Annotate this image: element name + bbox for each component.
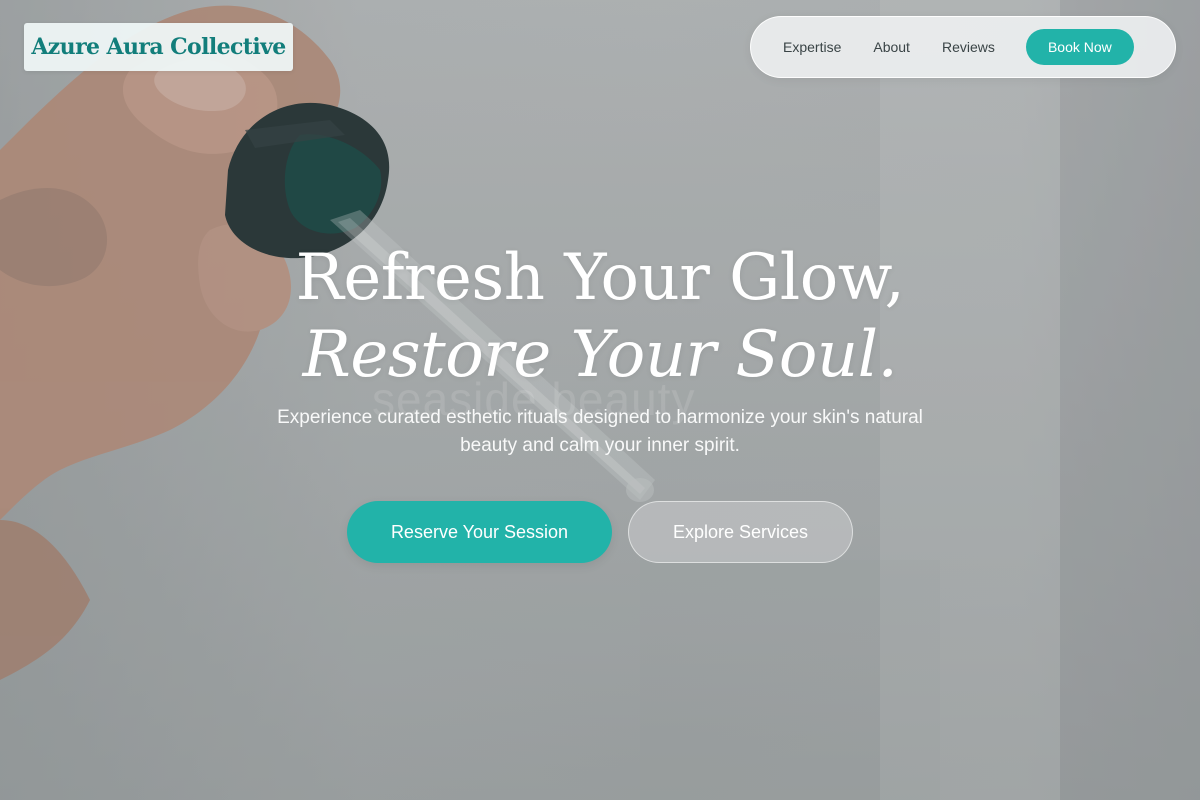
explore-services-button[interactable]: Explore Services <box>628 501 853 563</box>
hero-subtitle: Experience curated esthetic rituals desi… <box>277 407 923 456</box>
brand-logo[interactable]: Azure Aura Collective <box>24 23 293 71</box>
reserve-session-button[interactable]: Reserve Your Session <box>347 501 612 563</box>
headline-line-2: Restore Your Soul. <box>302 318 898 392</box>
main-navigation: Expertise About Reviews Book Now <box>750 16 1176 78</box>
nav-link-expertise[interactable]: Expertise <box>783 39 841 55</box>
book-now-button[interactable]: Book Now <box>1025 29 1134 65</box>
hero-headline: Refresh Your Glow, Restore Your Soul. <box>0 236 1200 390</box>
hero-background: seaside beauty <box>0 0 1200 800</box>
nav-link-about[interactable]: About <box>873 39 910 55</box>
nav-link-reviews[interactable]: Reviews <box>942 39 995 55</box>
headline-line-1: Refresh Your Glow, <box>295 241 905 315</box>
brand-name: Azure Aura Collective <box>31 34 286 60</box>
